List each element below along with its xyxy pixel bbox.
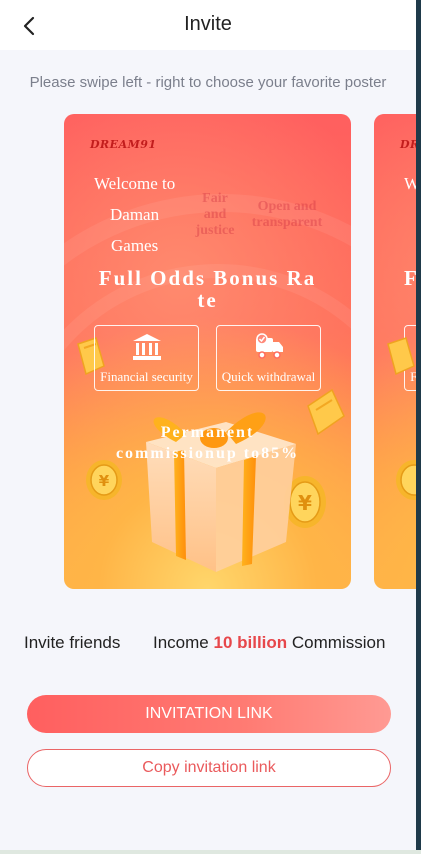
swipe-hint: Please swipe left - right to choose your… <box>29 74 387 91</box>
income-label: Income <box>153 633 209 652</box>
feature-quick-withdrawal: Quick withdrawal <box>216 325 321 391</box>
page-title: Invite <box>184 13 232 35</box>
feature-label: Financial security <box>100 369 193 384</box>
income-info: Income 10 billion Commission <box>153 633 385 653</box>
commission-line: Permanent <box>160 424 255 441</box>
ticket-icon <box>387 337 415 376</box>
truck-icon <box>256 333 283 359</box>
brand-logo: DREAM91 <box>90 138 157 151</box>
svg-text:¥: ¥ <box>99 472 110 490</box>
poster-headline: Full Odds Bonus Ra <box>404 266 416 290</box>
invite-friends-label: Invite friends <box>24 633 121 652</box>
commission-line: commissionup to85% <box>115 445 300 462</box>
welcome-line-3: Games <box>111 236 159 255</box>
copy-invitation-link-button[interactable]: Copy invitation link <box>27 749 391 787</box>
feature-label: Quick withdrawal <box>221 369 316 384</box>
headline-line: te <box>197 288 218 312</box>
commission-label: Commission <box>291 633 386 652</box>
bank-icon <box>133 334 161 360</box>
coin-icon <box>396 460 416 500</box>
income-amount: 10 billion <box>213 633 288 652</box>
open-line: transparent <box>251 215 323 230</box>
invite-stats: Invite friends Income 10 billion Commiss… <box>0 633 416 653</box>
brand-logo: DREAM91 <box>400 138 416 151</box>
welcome-line-1: Welcome to <box>94 174 176 193</box>
feature-financial-security: Financial security <box>94 325 199 391</box>
fair-justice-text: Fair and justice <box>194 191 236 239</box>
invite-page: Invite Please swipe left - right to choo… <box>0 0 416 850</box>
poster-card-next[interactable]: DREAM91 Welcome to Full Odds Bonus Ra Fi… <box>374 114 416 589</box>
fair-line: Fair <box>202 191 228 206</box>
open-line: Open and <box>257 199 317 214</box>
fair-line: and <box>203 207 227 222</box>
gift-box-icon <box>146 412 296 572</box>
welcome-line-2: Daman <box>110 205 160 224</box>
open-transparent-text: Open and transparent <box>246 199 328 231</box>
poster-card[interactable]: DREAM91 Welcome to Daman Games Fair and … <box>64 114 351 589</box>
headline-line: Full Odds Bonus Ra <box>98 266 317 290</box>
commission-text: Permanent commissionup to85% <box>64 422 351 464</box>
bottom-strip <box>0 850 421 854</box>
top-bar: Invite <box>0 0 416 50</box>
fair-line: justice <box>195 223 235 238</box>
poster-headline: Full Odds Bonus Ra te <box>80 267 335 311</box>
invitation-link-button[interactable]: INVITATION LINK <box>27 695 391 733</box>
welcome-line-1: Welcome to <box>404 174 416 193</box>
